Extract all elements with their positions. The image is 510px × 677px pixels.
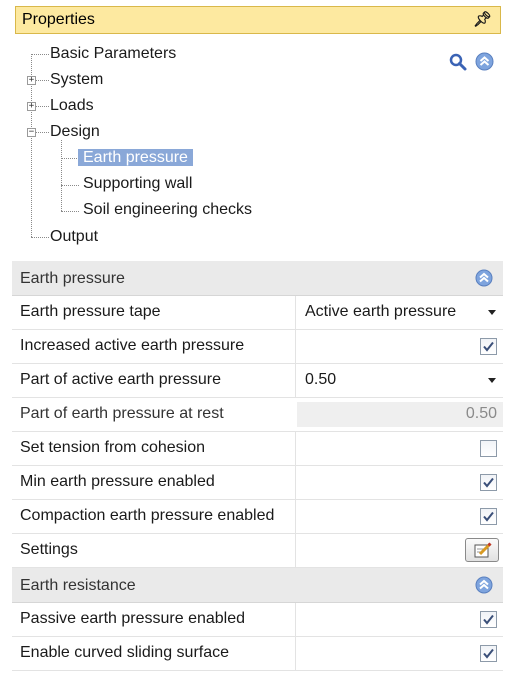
property-name: Earth pressure tape [20,303,161,320]
row-part-of-active-earth-pressure: Part of active earth pressure 0.50 [12,364,503,398]
tree-item-soil-engineering-checks[interactable]: Soil engineering checks [83,200,252,220]
row-earth-pressure-tape: Earth pressure tape Active earth pressur… [12,296,503,330]
property-name: Increased active earth pressure [20,337,245,354]
section-earth-resistance-header[interactable]: Earth resistance [12,568,503,603]
property-name: Settings [20,541,78,558]
edit-settings-icon [474,542,492,558]
collapse-section-icon[interactable] [475,576,493,594]
checkmark-icon [483,648,494,659]
row-increased-active-earth-pressure: Increased active earth pressure [12,330,503,364]
dropdown-arrow-icon[interactable] [488,310,496,315]
search-icon[interactable] [448,52,468,72]
row-passive-earth-pressure-enabled: Passive earth pressure enabled [12,603,503,637]
tree-item-label: Output [50,228,99,245]
property-name: Part of active earth pressure [20,371,221,388]
dropdown-arrow-icon[interactable] [488,378,496,383]
property-name: Part of earth pressure at rest [20,405,224,422]
property-grid: Earth pressure Earth pressure tape Activ… [12,261,503,671]
tree-item-system[interactable]: System [50,70,103,90]
panel-title: Properties [22,11,95,28]
property-name: Compaction earth pressure enabled [20,507,275,524]
checkmark-icon [483,477,494,488]
tree-item-design[interactable]: Design [50,122,100,142]
tree-item-basic-parameters[interactable]: Basic Parameters [50,44,176,64]
row-part-of-earth-pressure-at-rest: Part of earth pressure at rest 0.50 [12,398,503,432]
tree-item-label: Supporting wall [83,175,193,192]
tree-item-loads[interactable]: Loads [50,96,94,116]
checkmark-icon [483,341,494,352]
collapse-design-button[interactable]: − [27,128,36,137]
enable-curved-sliding-surface-checkbox[interactable] [480,645,497,662]
property-name: Enable curved sliding surface [20,644,230,661]
compaction-earth-pressure-enabled-checkbox[interactable] [480,508,497,525]
navigation-tree: Basic Parameters + System + Loads − Desi… [20,40,500,255]
set-tension-from-cohesion-checkbox[interactable] [480,440,497,457]
checkmark-icon [483,511,494,522]
expand-system-button[interactable]: + [27,76,36,85]
property-name: Min earth pressure enabled [20,473,215,490]
earth-pressure-tape-dropdown[interactable]: Active earth pressure [305,303,456,321]
collapse-all-icon[interactable] [475,52,494,71]
row-min-earth-pressure-enabled: Min earth pressure enabled [12,466,503,500]
tree-item-label-selected: Earth pressure [78,149,193,166]
row-enable-curved-sliding-surface: Enable curved sliding surface [12,637,503,671]
tree-item-output[interactable]: Output [50,227,98,247]
property-name: Passive earth pressure enabled [20,610,246,627]
min-earth-pressure-enabled-checkbox[interactable] [480,474,497,491]
passive-earth-pressure-enabled-checkbox[interactable] [480,611,497,628]
tree-item-label: Loads [50,97,94,114]
row-set-tension-from-cohesion: Set tension from cohesion [12,432,503,466]
row-settings: Settings [12,534,503,568]
property-name: Set tension from cohesion [20,439,205,456]
section-title: Earth pressure [20,270,125,287]
checkmark-icon [483,614,494,625]
expand-loads-button[interactable]: + [27,102,36,111]
tree-item-label: System [50,71,104,88]
properties-title-bar: Properties 📌︎ [15,6,501,34]
settings-button[interactable] [465,538,499,562]
section-earth-pressure-header[interactable]: Earth pressure [12,261,503,296]
section-title: Earth resistance [20,577,136,594]
increased-active-earth-pressure-checkbox[interactable] [480,338,497,355]
tree-item-supporting-wall[interactable]: Supporting wall [83,174,192,194]
collapse-section-icon[interactable] [475,269,493,287]
tree-item-label: Soil engineering checks [83,201,252,218]
pin-icon[interactable]: 📌︎ [473,10,492,28]
tree-item-label: Basic Parameters [50,45,177,62]
part-of-active-earth-pressure-dropdown[interactable]: 0.50 [305,371,336,389]
tree-item-earth-pressure[interactable]: Earth pressure [78,148,193,168]
tree-item-label: Design [50,123,100,140]
part-of-earth-pressure-at-rest-value: 0.50 [465,405,497,422]
row-compaction-earth-pressure-enabled: Compaction earth pressure enabled [12,500,503,534]
